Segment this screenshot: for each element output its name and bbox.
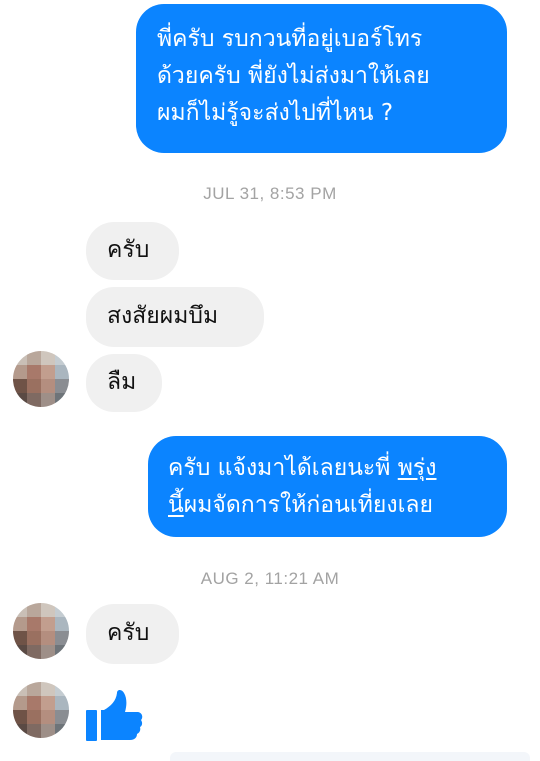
composer-edge — [170, 752, 530, 761]
date-link[interactable]: พรุ่ง — [398, 455, 437, 481]
message-text: ครับ แจ้งมาได้เลยนะพี่ — [168, 455, 398, 481]
thumbs-up-icon[interactable] — [84, 684, 144, 744]
incoming-message-bubble[interactable]: ลืม — [86, 354, 162, 412]
contact-avatar[interactable] — [13, 351, 69, 407]
message-text-line: ผมก็ไม่รู้จะส่งไปที่ไหน ? — [157, 100, 394, 126]
message-text: ครับ — [107, 620, 150, 646]
contact-avatar[interactable] — [13, 682, 69, 738]
message-text-line: ด้วยครับ พี่ยังไม่ส่งมาให้เลย — [157, 63, 430, 89]
outgoing-message-bubble[interactable]: พี่ครับ รบกวนที่อยู่เบอร์โทร ด้วยครับ พี… — [136, 4, 507, 153]
contact-avatar[interactable] — [13, 603, 69, 659]
message-text: ผมจัดการให้ก่อนเที่ยงเลย — [183, 492, 433, 518]
date-link[interactable]: นี้ — [168, 492, 184, 518]
message-text-line: ครับ แจ้งมาได้เลยนะพี่ พรุ่ง — [168, 450, 507, 487]
message-text-line: นี้ผมจัดการให้ก่อนเที่ยงเลย — [168, 487, 507, 524]
timestamp: JUL 31, 8:53 PM — [203, 184, 337, 203]
message-text-line: พี่ครับ รบกวนที่อยู่เบอร์โทร — [157, 26, 423, 52]
outgoing-message-bubble[interactable]: ครับ แจ้งมาได้เลยนะพี่ พรุ่ง นี้ผมจัดการ… — [148, 436, 507, 537]
message-text: สงสัยผมบึม — [107, 303, 219, 329]
message-text: ลืม — [107, 369, 137, 395]
incoming-message-bubble[interactable]: ครับ — [86, 604, 179, 664]
incoming-message-bubble[interactable]: สงสัยผมบึม — [86, 287, 264, 347]
message-text: ครับ — [107, 237, 150, 263]
incoming-message-bubble[interactable]: ครับ — [86, 222, 179, 280]
timestamp: AUG 2, 11:21 AM — [200, 569, 340, 588]
